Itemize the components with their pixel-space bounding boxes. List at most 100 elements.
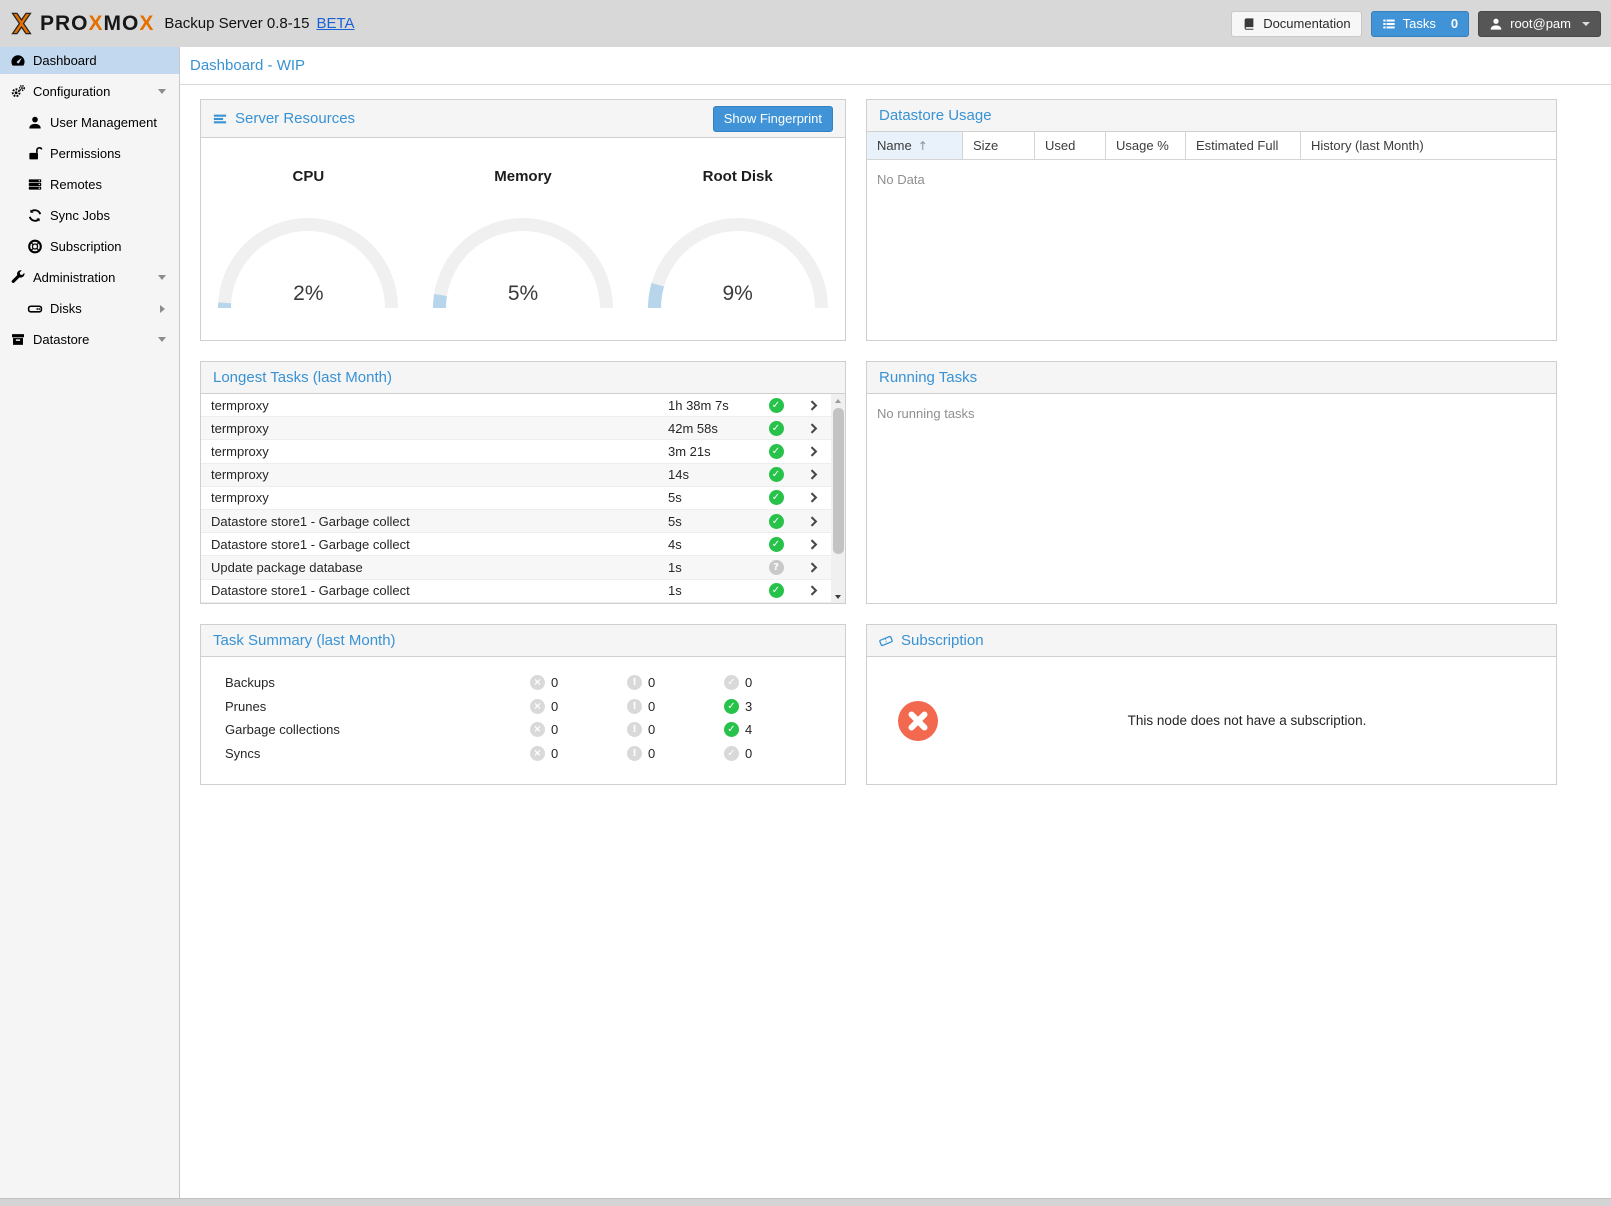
chevron-right-icon [807,561,820,574]
wrench-icon [10,270,26,285]
ok-count-icon: ✓ [724,699,739,714]
ok-count-icon: ✓ [724,746,739,761]
task-row[interactable]: termproxy 1h 38m 7s ✓ [201,394,831,417]
caret-down-icon[interactable] [158,89,166,94]
scrollbar-thumb[interactable] [833,408,844,554]
warning-count: 0 [648,722,655,737]
longest-tasks-panel: Longest Tasks (last Month) termproxy 1h … [200,361,846,604]
ok-count-icon: ✓ [724,675,739,690]
top-bar: PROXMOX Backup Server 0.8-15 BETA Docume… [0,0,1611,47]
column-header-history[interactable]: History (last Month) [1301,132,1556,159]
task-row[interactable]: Datastore store1 - Garbage collect 1s ✓ [201,580,831,603]
open-task-button[interactable] [796,491,831,504]
sidebar-item-sync-jobs[interactable]: Sync Jobs [0,202,179,229]
column-header-name[interactable]: Name↑ [867,132,963,159]
sidebar-item-configuration[interactable]: Configuration [0,78,179,105]
warning-count-icon: ! [627,722,642,737]
task-row[interactable]: termproxy 3m 21s ✓ [201,440,831,463]
longest-tasks-list: termproxy 1h 38m 7s ✓ termproxy 42m 58s … [201,394,845,603]
column-header-used[interactable]: Used [1035,132,1106,159]
gauges-row: CPU 2% Memory [201,138,845,309]
error-count-icon: × [530,746,545,761]
datastore-table-header: Name↑ Size Used Usage % Estimated Full H… [867,132,1556,160]
ticket-icon [879,634,893,648]
sidebar-item-subscription[interactable]: Subscription [0,233,179,260]
tachometer-icon [10,53,26,68]
scrollbar[interactable] [831,394,845,603]
caret-down-icon[interactable] [158,275,166,280]
open-task-button[interactable] [796,422,831,435]
sidebar-item-label: Disks [50,301,82,316]
server-resources-header: Server Resources Show Fingerprint [201,100,845,138]
status-ok-icon: ✓ [769,467,784,482]
scroll-down-button[interactable] [831,590,845,603]
task-row[interactable]: termproxy 5s ✓ [201,487,831,510]
open-task-button[interactable] [796,468,831,481]
chevron-right-icon [807,468,820,481]
open-task-button[interactable] [796,561,831,574]
task-summary-panel: Task Summary (last Month) Backups ×0 !0 … [200,624,846,785]
user-label: root@pam [1510,16,1571,31]
error-count: 0 [551,699,558,714]
sidebar-item-label: Configuration [33,84,110,99]
gauge-value: 5% [428,282,618,306]
panel-title: Task Summary (last Month) [213,632,396,649]
beta-link[interactable]: BETA [316,15,354,32]
open-task-button[interactable] [796,445,831,458]
column-header-estimated-full[interactable]: Estimated Full [1186,132,1301,159]
show-fingerprint-button[interactable]: Show Fingerprint [713,106,833,132]
subscription-panel: Subscription This node does not have a s… [866,624,1557,785]
error-count: 0 [551,746,558,761]
gauge-value: 2% [213,282,403,306]
warning-count: 0 [648,746,655,761]
documentation-button[interactable]: Documentation [1231,11,1361,37]
sidebar-item-label: User Management [50,115,157,130]
caret-down-icon[interactable] [158,337,166,342]
open-task-button[interactable] [796,399,831,412]
sidebar-item-administration[interactable]: Administration [0,264,179,291]
tasks-count-badge: 0 [1451,16,1458,31]
task-row[interactable]: Datastore store1 - Garbage collect 5s ✓ [201,510,831,533]
sidebar-item-label: Sync Jobs [50,208,110,223]
task-row[interactable]: termproxy 42m 58s ✓ [201,417,831,440]
task-row[interactable]: termproxy 14s ✓ [201,464,831,487]
sidebar-item-datastore[interactable]: Datastore [0,326,179,353]
error-count-icon: × [530,675,545,690]
sidebar-item-dashboard[interactable]: Dashboard [0,47,179,74]
task-row[interactable]: Datastore store1 - Garbage collect 4s ✓ [201,533,831,556]
sidebar-item-user-management[interactable]: User Management [0,109,179,136]
dashboard-content: Server Resources Show Fingerprint CPU [180,85,1611,785]
caret-right-icon[interactable] [160,305,165,313]
main-area: Dashboard - WIP Server Resources Show Fi… [180,47,1611,1198]
panel-title: Subscription [901,632,984,649]
warning-count: 0 [648,675,655,690]
product-title: Backup Server 0.8-15 [164,15,309,32]
panel-title: Datastore Usage [879,107,992,124]
sidebar-item-label: Remotes [50,177,102,192]
server-icon [27,177,43,192]
sidebar-item-label: Datastore [33,332,89,347]
proxmox-logo: PROXMOX [8,10,154,37]
sidebar-item-remotes[interactable]: Remotes [0,171,179,198]
column-header-size[interactable]: Size [963,132,1035,159]
user-menu-button[interactable]: root@pam [1478,11,1601,37]
life-ring-icon [27,239,43,254]
gauge-value: 9% [643,282,833,306]
warning-count-icon: ! [627,746,642,761]
status-ok-icon: ✓ [769,514,784,529]
open-task-button[interactable] [796,515,831,528]
task-row[interactable]: Update package database 1s ? [201,556,831,579]
status-bar [0,1198,1611,1206]
no-running-tasks-text: No running tasks [867,394,1556,433]
ok-count: 3 [745,699,752,714]
open-task-button[interactable] [796,538,831,551]
sidebar-item-disks[interactable]: Disks [0,295,179,322]
column-header-usage-pct[interactable]: Usage % [1106,132,1186,159]
sidebar-item-permissions[interactable]: Permissions [0,140,179,167]
task-list-icon [1382,17,1396,31]
open-task-button[interactable] [796,584,831,597]
status-unknown-icon: ? [769,560,784,575]
scroll-up-button[interactable] [831,394,845,407]
chevron-right-icon [807,538,820,551]
tasks-button[interactable]: Tasks 0 [1371,11,1469,37]
